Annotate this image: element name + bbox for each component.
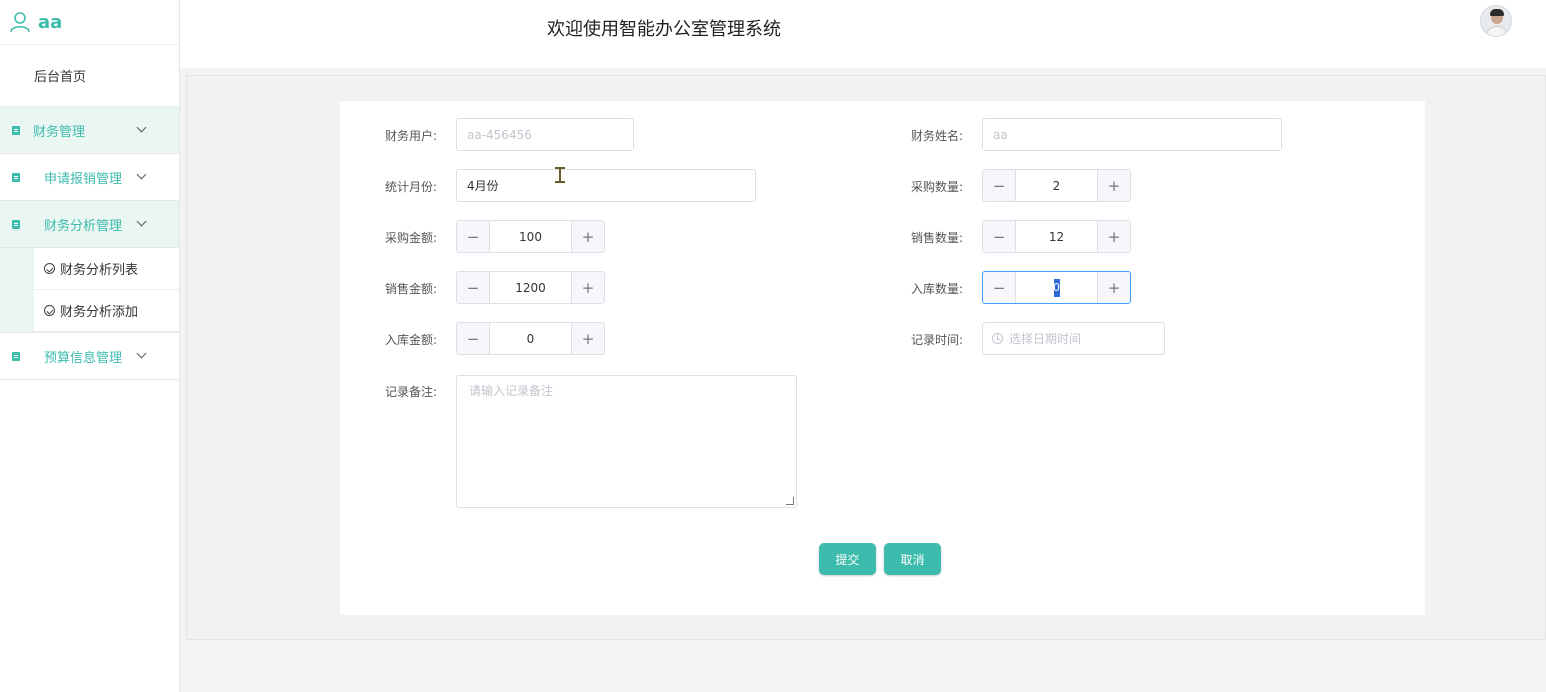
stepper-value[interactable]: 100 xyxy=(490,221,571,252)
decrement-button[interactable]: − xyxy=(457,221,490,252)
sales-amount-stepper[interactable]: − 1200 + xyxy=(456,271,605,304)
increment-button[interactable]: + xyxy=(571,221,604,252)
purchase-qty-label: 采购数量: xyxy=(910,180,963,194)
stock-in-amount-label: 入库金额: xyxy=(384,333,437,347)
sidebar-group-analysis[interactable]: 财务分析管理 xyxy=(0,201,179,248)
stock-in-amount-stepper[interactable]: − 0 + xyxy=(456,322,605,355)
stock-in-qty-stepper[interactable]: − 0 + xyxy=(982,271,1131,304)
sales-qty-label: 销售数量: xyxy=(910,231,963,245)
chevron-down-icon xyxy=(136,122,147,133)
resize-handle[interactable] xyxy=(786,497,794,505)
stepper-value[interactable]: 12 xyxy=(1016,221,1097,252)
stepper-value[interactable]: 0 xyxy=(1016,272,1097,303)
stat-month-label: 统计月份: xyxy=(384,180,437,194)
document-icon xyxy=(12,351,20,361)
decrement-button[interactable]: − xyxy=(983,221,1016,252)
record-note-label: 记录备注: xyxy=(384,385,437,399)
brand-username: aa xyxy=(38,11,63,33)
chevron-down-icon xyxy=(136,169,147,180)
finance-user-input[interactable]: aa-456456 xyxy=(456,118,634,151)
finance-name-input[interactable]: aa xyxy=(982,118,1282,151)
sidebar-item-home[interactable]: 后台首页 xyxy=(0,45,179,107)
stepper-value[interactable]: 0 xyxy=(490,323,571,354)
sidebar-group-finance[interactable]: 财务管理 xyxy=(0,107,179,154)
header: 欢迎使用智能办公室管理系统 xyxy=(180,0,1546,68)
purchase-amount-label: 采购金额: xyxy=(384,231,437,245)
sidebar-group-label: 预算信息管理 xyxy=(44,350,123,366)
sidebar-item-analysis-add[interactable]: 财务分析添加 xyxy=(34,290,179,332)
record-time-placeholder: 选择日期时间 xyxy=(1009,332,1082,346)
check-circle-icon xyxy=(44,305,55,316)
brand: aa xyxy=(0,0,179,45)
record-time-label: 记录时间: xyxy=(910,333,963,347)
clock-icon xyxy=(992,333,1003,344)
sidebar-item-label: 财务分析添加 xyxy=(60,305,139,320)
sidebar-group-label: 财务分析管理 xyxy=(44,218,123,234)
sidebar-group-reimbursement[interactable]: 申请报销管理 xyxy=(0,154,179,201)
avatar[interactable] xyxy=(1480,5,1512,37)
document-icon xyxy=(12,125,20,135)
record-note-placeholder: 请输入记录备注 xyxy=(469,384,554,398)
user-icon xyxy=(10,12,30,33)
stepper-value[interactable]: 2 xyxy=(1016,170,1097,201)
sidebar-group-label: 财务管理 xyxy=(33,124,86,140)
stepper-value-text: 0 xyxy=(1053,281,1060,294)
decrement-button[interactable]: − xyxy=(457,323,490,354)
avatar-hair xyxy=(1490,9,1504,16)
record-time-picker[interactable]: 选择日期时间 xyxy=(982,322,1165,355)
increment-button[interactable]: + xyxy=(571,272,604,303)
increment-button[interactable]: + xyxy=(1097,272,1130,303)
document-icon xyxy=(12,219,20,229)
decrement-button[interactable]: − xyxy=(983,170,1016,201)
decrement-button[interactable]: − xyxy=(457,272,490,303)
decrement-button[interactable]: − xyxy=(983,272,1016,303)
avatar-body xyxy=(1486,26,1508,36)
increment-button[interactable]: + xyxy=(571,323,604,354)
purchase-qty-stepper[interactable]: − 2 + xyxy=(982,169,1131,202)
sidebar-group-label: 申请报销管理 xyxy=(44,171,123,187)
sidebar-item-analysis-list[interactable]: 财务分析列表 xyxy=(34,248,179,290)
submenu-analysis: 财务分析列表 财务分析添加 xyxy=(0,248,179,333)
increment-button[interactable]: + xyxy=(1097,221,1130,252)
sales-qty-stepper[interactable]: − 12 + xyxy=(982,220,1131,253)
finance-analysis-form: 财务用户: aa-456456 财务姓名: aa 统计月份: 4月份 采购数量:… xyxy=(340,101,1425,615)
record-note-textarea[interactable]: 请输入记录备注 xyxy=(456,375,797,508)
text-cursor-icon xyxy=(555,167,565,183)
document-icon xyxy=(12,172,20,182)
increment-button[interactable]: + xyxy=(1097,170,1130,201)
check-circle-icon xyxy=(44,263,55,274)
content-area: 财务用户: aa-456456 财务姓名: aa 统计月份: 4月份 采购数量:… xyxy=(186,75,1546,640)
purchase-amount-stepper[interactable]: − 100 + xyxy=(456,220,605,253)
page-title: 欢迎使用智能办公室管理系统 xyxy=(547,19,781,40)
chevron-down-icon xyxy=(136,348,147,359)
sales-amount-label: 销售金额: xyxy=(384,282,437,296)
stepper-value[interactable]: 1200 xyxy=(490,272,571,303)
sidebar-group-budget[interactable]: 预算信息管理 xyxy=(0,333,179,380)
sidebar: aa 后台首页 财务管理 申请报销管理 财务分析管理 财务分析列表 财务分析添加… xyxy=(0,0,180,692)
cancel-button[interactable]: 取消 xyxy=(884,543,941,575)
chevron-down-icon xyxy=(136,216,147,227)
submit-button[interactable]: 提交 xyxy=(819,543,876,575)
finance-name-label: 财务姓名: xyxy=(910,129,963,143)
stock-in-qty-label: 入库数量: xyxy=(910,282,963,296)
finance-user-label: 财务用户: xyxy=(384,129,437,143)
sidebar-item-label: 财务分析列表 xyxy=(60,263,139,278)
stat-month-input[interactable]: 4月份 xyxy=(456,169,756,202)
